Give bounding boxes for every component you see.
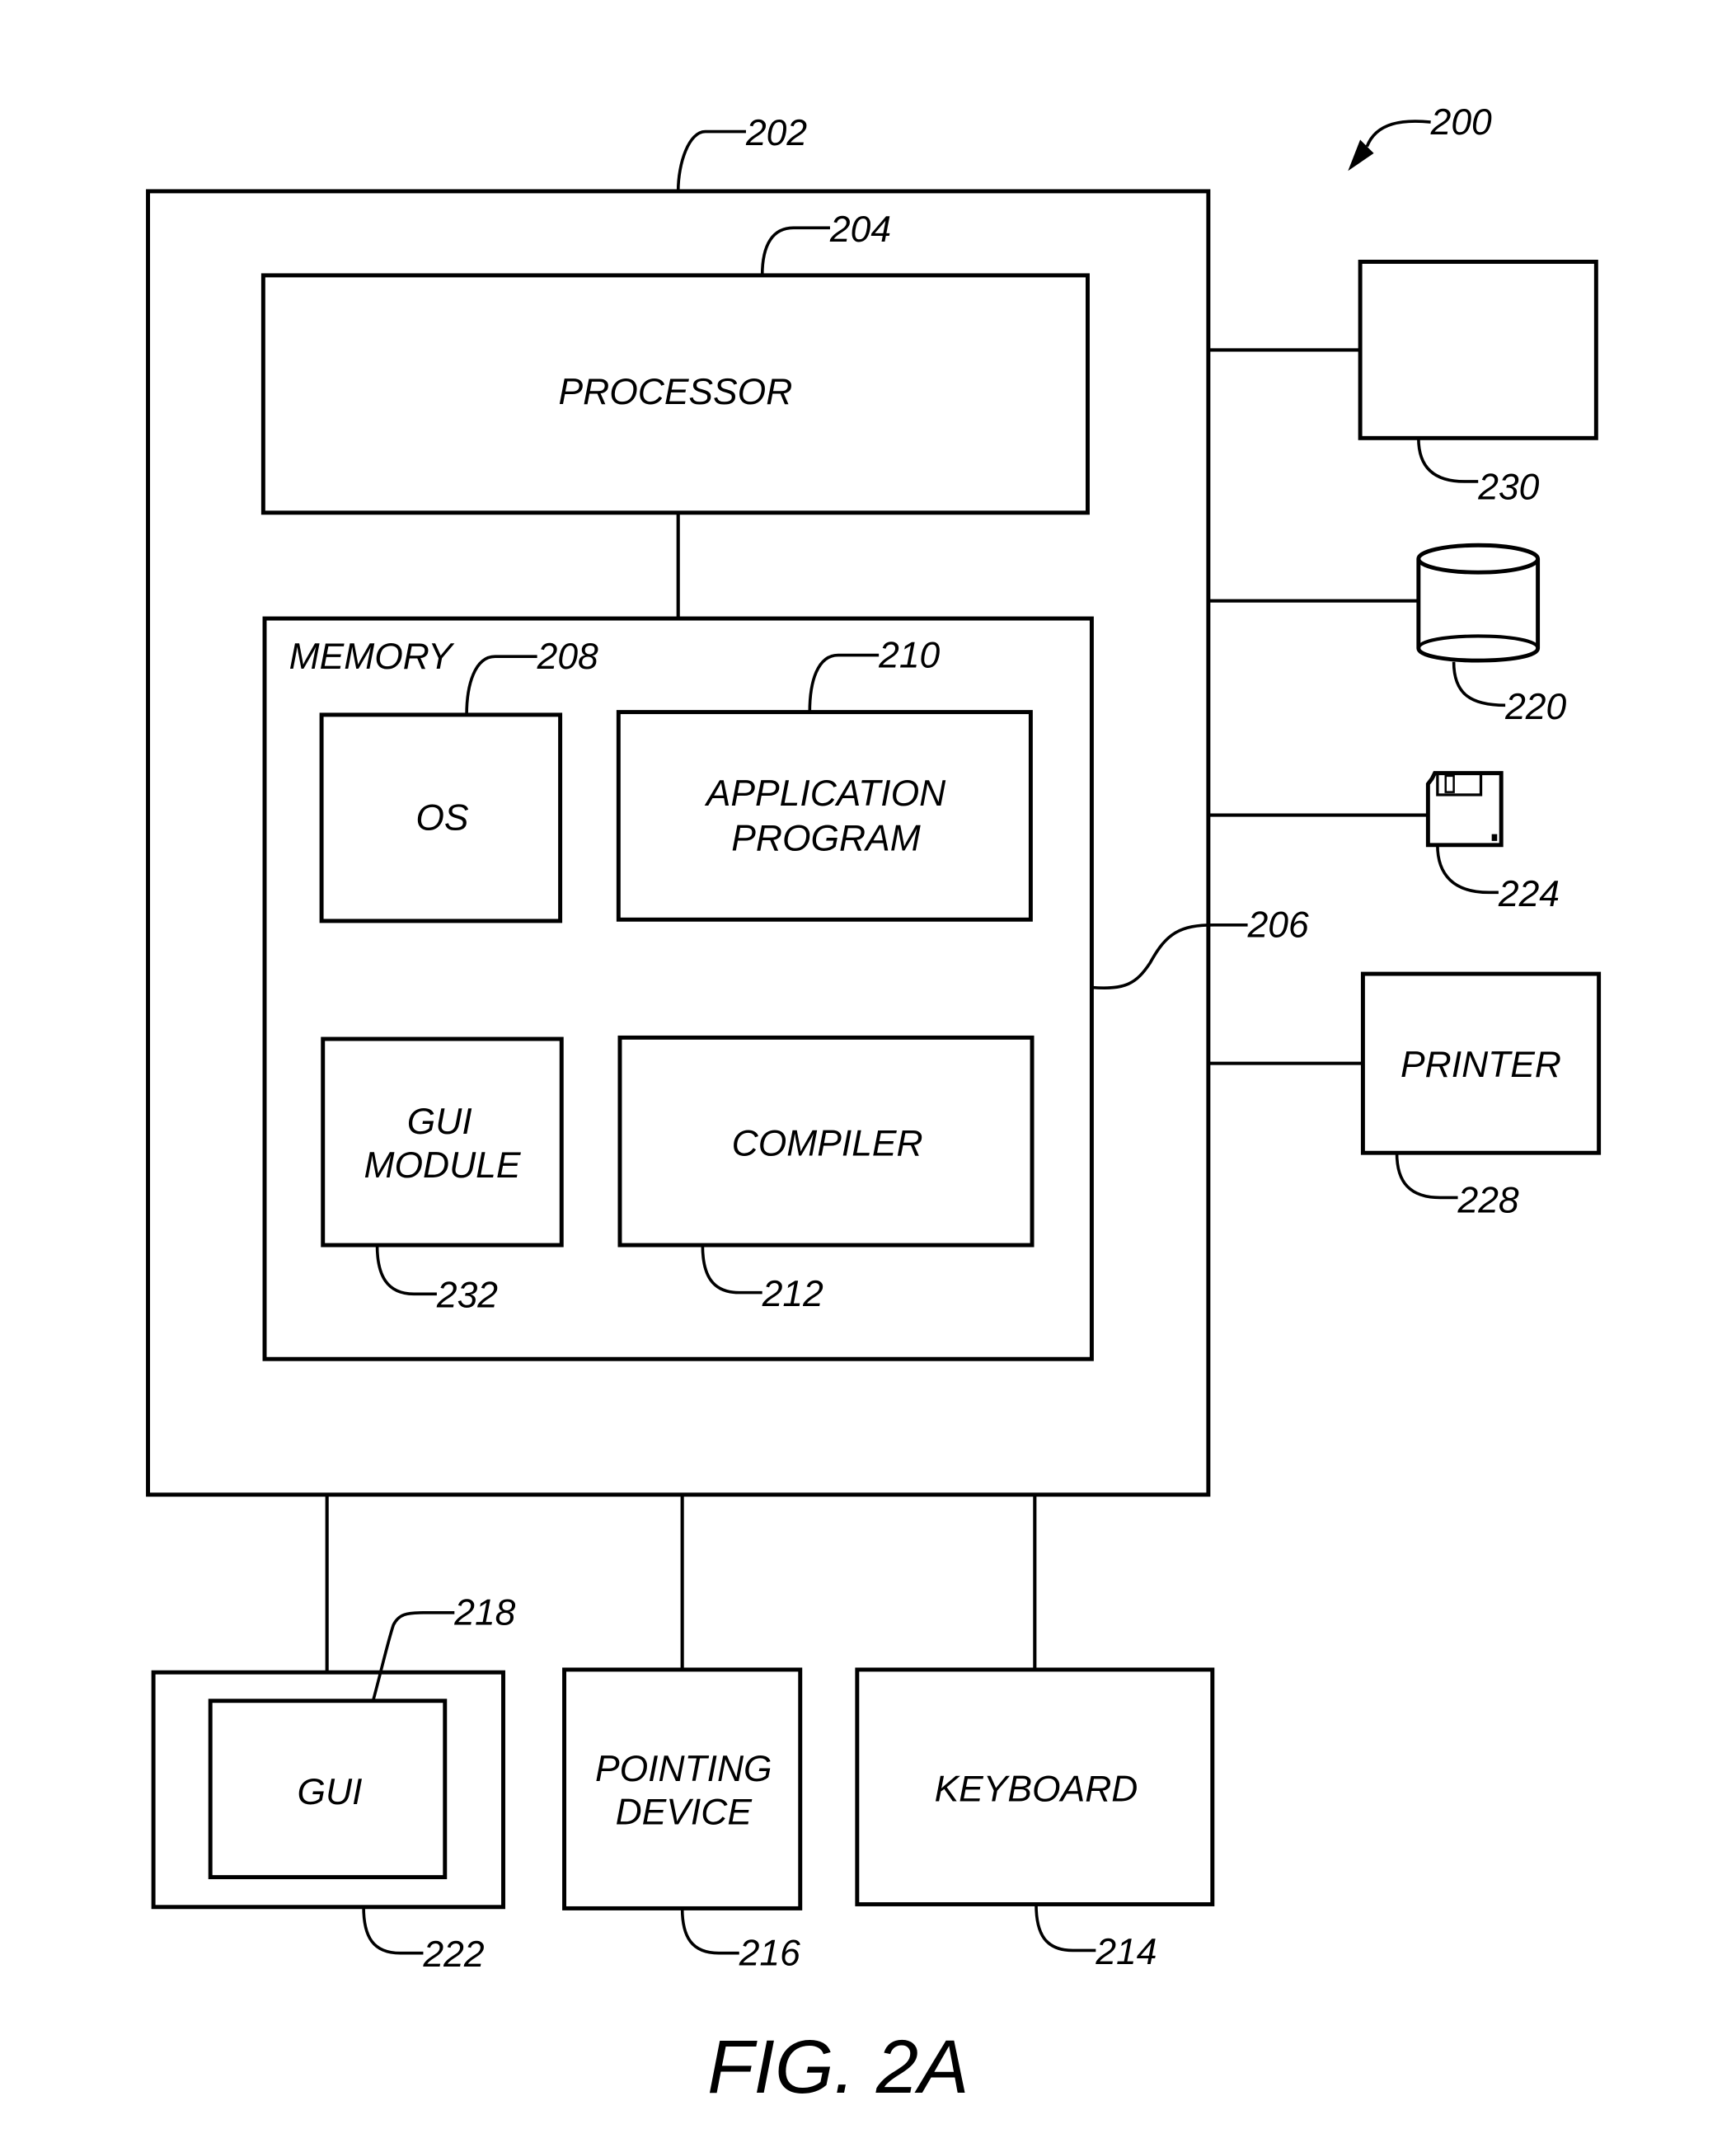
keyboard-label: KEYBOARD xyxy=(935,1769,1138,1809)
block-diagram: 200 202 PROCESSOR 204 MEMORY OS 208 APPL… xyxy=(146,102,1602,2109)
arrow-icon xyxy=(1348,139,1374,172)
ref-200: 200 xyxy=(1430,102,1492,143)
os-label: OS xyxy=(415,798,469,839)
ref-224: 224 xyxy=(1498,874,1560,914)
ref-232: 232 xyxy=(436,1276,498,1316)
ref-212: 212 xyxy=(762,1274,823,1314)
application-program-box xyxy=(616,710,1033,922)
ref-206: 206 xyxy=(1247,905,1309,946)
processor-label: PROCESSOR xyxy=(559,372,793,412)
ref-228: 228 xyxy=(1457,1181,1519,1221)
ref-220: 220 xyxy=(1504,687,1566,727)
floppy-disk-icon xyxy=(1425,771,1504,848)
ref-214: 214 xyxy=(1095,1932,1157,1972)
gui-module-label-line2: MODULE xyxy=(364,1145,521,1186)
gui-label: GUI xyxy=(297,1772,362,1812)
ref-202: 202 xyxy=(745,113,807,153)
storage-cylinder-icon xyxy=(1416,543,1541,663)
ref-218: 218 xyxy=(453,1593,515,1633)
system-reference: 200 xyxy=(1348,102,1492,172)
pointing-device-label-line1: POINTING xyxy=(595,1749,772,1789)
figure-caption: FIG. 2A xyxy=(707,2024,969,2109)
ref-208: 208 xyxy=(537,637,598,677)
memory-label: MEMORY xyxy=(289,637,456,677)
ref-204: 204 xyxy=(829,209,891,250)
application-label-line2: PROGRAM xyxy=(731,818,920,858)
gui-module-label-line1: GUI xyxy=(407,1102,472,1142)
network-device-box xyxy=(1358,260,1598,440)
pointing-device-label-line2: DEVICE xyxy=(616,1792,753,1832)
ref-210: 210 xyxy=(878,635,940,675)
printer-label: PRINTER xyxy=(1401,1045,1561,1085)
ref-230: 230 xyxy=(1477,467,1539,507)
ref-216: 216 xyxy=(739,1934,800,1974)
application-label-line1: APPLICATION xyxy=(704,773,946,814)
ref-222: 222 xyxy=(422,1934,484,1975)
compiler-label: COMPILER xyxy=(732,1123,923,1163)
